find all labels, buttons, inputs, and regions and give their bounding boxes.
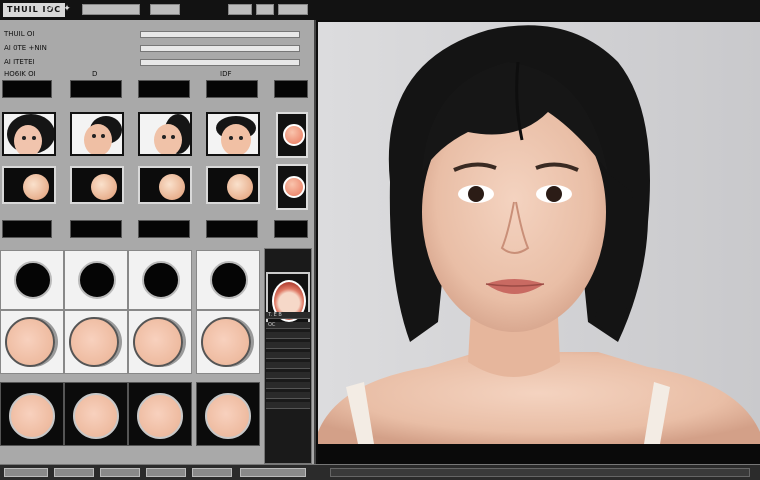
app-title: THUIL IOC [3,3,66,17]
slot[interactable] [2,80,52,98]
side-row[interactable] [266,382,310,389]
pupil-cell[interactable] [64,250,128,310]
toolbar-field[interactable] [150,4,180,15]
skin-tone-cell[interactable] [196,310,260,374]
pupil-icon [14,261,52,299]
skin-patch-icon [23,174,49,200]
skin-swatch-icon [205,393,251,439]
gear-icon[interactable]: ⚙ [44,4,54,14]
skin-tone-icon [133,317,183,367]
skin-patch-icon [91,174,117,200]
patch-thumbnail[interactable] [70,166,124,204]
panel-line: THUIL OI [0,28,312,40]
skin-sample-icon [283,176,305,198]
face-thumbnail[interactable] [138,112,192,156]
toolbar-field[interactable] [228,4,252,15]
status-segment[interactable] [4,468,48,477]
skin-tone-icon [69,317,119,367]
status-segment[interactable] [146,468,186,477]
side-row[interactable] [266,332,310,339]
zoom-preview[interactable] [266,272,310,328]
panel-line-text: HO6IK OI [4,70,36,78]
skin-patch-icon [227,174,253,200]
side-row[interactable] [266,342,310,349]
slot[interactable] [274,80,308,98]
panel-line: AI ITETEI [0,56,312,68]
face-thumbnail[interactable] [2,112,56,156]
toolbar-field[interactable] [82,4,140,15]
panel-field[interactable] [140,31,300,38]
slot[interactable] [206,80,258,98]
skin-swatch-cell[interactable] [64,382,128,446]
face-icon [154,114,190,154]
skin-tone-icon [201,317,251,367]
skin-tone-cell[interactable] [0,310,64,374]
side-row[interactable] [266,362,310,369]
side-label: OC [266,322,310,329]
patch-thumbnail[interactable] [206,166,260,204]
timeline-track[interactable] [330,468,750,477]
zoom-thumbnail[interactable] [276,112,308,158]
face-icon [84,116,122,154]
column-mark: D [92,70,98,78]
toolbar-field[interactable] [256,4,274,15]
side-row[interactable] [266,402,310,409]
status-bar [0,464,760,480]
panel-line-text: AI 0TE +NIN [4,44,47,52]
skin-patch-icon [159,174,185,200]
status-segment[interactable] [100,468,140,477]
skin-swatch-cell[interactable] [196,382,260,446]
pupil-cell[interactable] [0,250,64,310]
zoom-thumbnail[interactable] [276,164,308,210]
portrait-preview [318,22,760,444]
panel-line-text: THUIL OI [4,30,35,38]
skin-swatch-icon [9,393,55,439]
face-thumbnail[interactable] [70,112,124,156]
skin-tone-cell[interactable] [64,310,128,374]
top-bar: THUIL IOC ⚙ ✦ [0,0,760,20]
column-mark: IDF [220,70,232,78]
pupil-cell[interactable] [196,250,260,310]
side-row[interactable] [266,352,310,359]
face-thumbnail[interactable] [206,112,260,156]
preview-footer [318,444,760,464]
status-segment[interactable] [240,468,306,477]
slot[interactable] [274,220,308,238]
patch-thumbnail[interactable] [138,166,192,204]
skin-swatch-icon [73,393,119,439]
side-row[interactable] [266,372,310,379]
patch-thumbnail[interactable] [2,166,56,204]
skin-sample-icon [283,124,305,146]
skin-swatch-cell[interactable] [0,382,64,446]
pupil-icon [210,261,248,299]
slot[interactable] [70,220,122,238]
pupil-icon [142,261,180,299]
pupil-icon [78,261,116,299]
toolbar-field[interactable] [278,4,308,15]
side-label: T. E B [266,312,310,319]
skin-tone-icon [5,317,55,367]
slot[interactable] [138,220,190,238]
panel-line-text: AI ITETEI [4,58,35,66]
skin-tone-cell[interactable] [128,310,192,374]
slot[interactable] [70,80,122,98]
face-icon [7,114,54,154]
panel-line: HO6IK OI D IDF [0,68,312,78]
portrait-image [318,22,760,444]
face-icon [216,116,256,154]
pupil-cell[interactable] [128,250,192,310]
skin-swatch-cell[interactable] [128,382,192,446]
status-segment[interactable] [54,468,94,477]
status-segment[interactable] [192,468,232,477]
side-row[interactable] [266,392,310,399]
slot[interactable] [2,220,52,238]
thumbnail-panel: THUIL OI AI 0TE +NIN AI ITETEI HO6IK OI … [0,20,316,480]
panel-field[interactable] [140,59,300,66]
slot[interactable] [206,220,258,238]
sparkle-icon[interactable]: ✦ [62,4,72,14]
skin-swatch-icon [137,393,183,439]
panel-field[interactable] [140,45,300,52]
panel-line: AI 0TE +NIN [0,42,312,54]
slot[interactable] [138,80,190,98]
